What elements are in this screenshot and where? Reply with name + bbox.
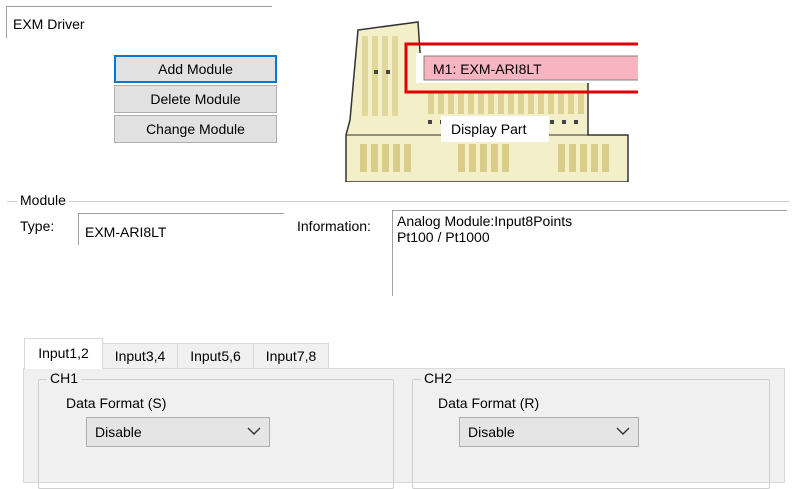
information-line-2: Pt100 / Pt1000	[397, 229, 490, 245]
type-value: EXM-ARI8LT	[85, 224, 167, 240]
ch2-format-label: Data Format (R)	[438, 395, 540, 411]
add-module-button[interactable]: Add Module	[114, 55, 277, 83]
ch2-data-format-select[interactable]: Disable	[459, 417, 639, 447]
ch1-format-label: Data Format (S)	[66, 395, 167, 411]
delete-module-button[interactable]: Delete Module	[114, 85, 277, 113]
information-line-1: Analog Module:Input8Points	[397, 213, 573, 229]
tab-input-5-6[interactable]: Input5,6	[177, 343, 254, 368]
module-slot-label[interactable]: M1: EXM-ARI8LT	[433, 61, 542, 77]
display-part-label: Display Part	[451, 121, 527, 137]
driver-list-item[interactable]: EXM Driver	[13, 16, 85, 32]
information-label: Information:	[297, 218, 371, 234]
ch1-data-format-value: Disable	[95, 424, 142, 440]
module-illustration[interactable]: M1: EXM-ARI8LT Display Part	[338, 10, 666, 183]
ch1-data-format-select[interactable]: Disable	[86, 417, 270, 447]
module-group-title: Module	[17, 192, 69, 208]
tab-panel: CH1 Data Format (S) Disable CH2 Data For…	[23, 368, 785, 489]
module-hardware-icon	[345, 21, 666, 183]
ch2-title: CH2	[421, 370, 456, 386]
tab-input-3-4[interactable]: Input3,4	[102, 343, 178, 368]
ch1-title: CH1	[47, 370, 82, 386]
tab-input-1-2[interactable]: Input1,2	[24, 338, 103, 369]
tab-input-7-8[interactable]: Input7,8	[253, 343, 329, 368]
type-label: Type:	[20, 218, 55, 234]
information-field: Analog Module:Input8Points Pt100 / Pt100…	[392, 210, 787, 296]
ch2-data-format-value: Disable	[468, 424, 515, 440]
chevron-down-icon	[247, 427, 261, 435]
change-module-button[interactable]: Change Module	[114, 115, 277, 143]
driver-list[interactable]: EXM Driver	[6, 6, 272, 38]
type-field: EXM-ARI8LT	[78, 213, 284, 245]
chevron-down-icon	[616, 427, 630, 435]
